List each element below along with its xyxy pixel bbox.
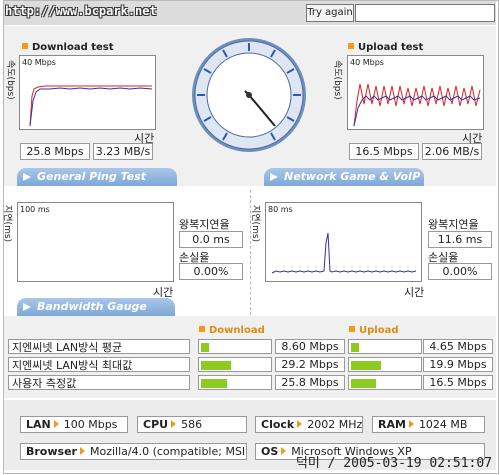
bullet-icon — [349, 326, 355, 332]
ping-right-rtt: 11.6 ms — [428, 231, 492, 248]
arrow-icon — [53, 420, 59, 428]
gauge-download-header-text: Download — [209, 325, 265, 336]
upload-value: 19.9 Mbps — [423, 357, 493, 372]
arrow-icon — [281, 447, 287, 455]
download-value: 8.60 Mbps — [275, 339, 345, 354]
download-mbs: 3.23 MB/s — [93, 143, 153, 160]
download-bar — [201, 361, 231, 370]
ping-left-rtt: 0.0 ms — [179, 231, 243, 248]
text-input[interactable] — [355, 4, 495, 22]
tab-general-ping-label: General Ping Test — [37, 170, 146, 183]
browser-info: Browser Mozilla/4.0 (compatible; MSIE 6.0 — [20, 443, 247, 460]
download-bar-cell — [198, 339, 272, 354]
speedometer-gauge — [192, 38, 306, 152]
download-y-label: 속도(bps) — [5, 60, 15, 100]
clock-info: Clock 2002 MHz — [255, 416, 363, 433]
bullet-icon — [22, 43, 28, 49]
ping-right-rtt-label: 왕복지연율 — [428, 218, 479, 231]
lan-key: LAN — [26, 418, 51, 431]
gauge-upload-header-text: Upload — [359, 325, 399, 336]
ping-right-loss: 0.00% — [428, 263, 492, 280]
cpu-info: CPU 586 — [137, 416, 247, 433]
ping-left-y-label: 지연(ms) — [2, 205, 12, 243]
clock-value: 2002 MHz — [307, 418, 363, 431]
arrow-icon — [171, 420, 177, 428]
upload-bar — [351, 361, 381, 370]
download-bar-cell — [198, 375, 272, 390]
browser-value: Mozilla/4.0 (compatible; MSIE 6.0 — [89, 445, 246, 458]
play-icon — [23, 303, 31, 311]
tab-bandwidth-gauge[interactable]: Bandwidth Gauge — [17, 298, 175, 316]
arrow-icon — [408, 420, 414, 428]
ping-left-loss: 0.00% — [179, 263, 243, 280]
lan-info: LAN 100 Mbps — [20, 416, 128, 433]
upload-title-text: Upload test — [358, 42, 424, 53]
download-chart: 40 Mbps — [19, 55, 156, 130]
download-value: 29.2 Mbps — [275, 357, 345, 372]
download-bar — [201, 343, 210, 352]
cpu-key: CPU — [143, 418, 169, 431]
tab-bandwidth-gauge-label: Bandwidth Gauge — [37, 300, 147, 313]
upload-graph — [353, 83, 481, 127]
upload-title: Upload test — [348, 42, 423, 53]
ram-key: RAM — [378, 418, 406, 431]
download-value: 25.8 Mbps — [275, 375, 345, 390]
ram-info: RAM 1024 MB — [372, 416, 485, 433]
gauge-row-label: 사용자 측정값 — [8, 375, 190, 390]
upload-bar-cell — [348, 375, 422, 390]
gauge-upload-header: Upload — [349, 325, 398, 336]
ping-left-rtt-label: 왕복지연율 — [179, 218, 230, 231]
upload-bar — [351, 343, 360, 352]
upload-bar-cell — [348, 339, 422, 354]
upload-bar — [351, 379, 377, 388]
gauge-download-header: Download — [199, 325, 265, 336]
timestamp-stamp: 덕미 / 2005-03-19 02:51:07 — [295, 456, 492, 471]
ram-value: 1024 MB — [418, 418, 468, 431]
play-icon — [270, 173, 278, 181]
upload-mbps: 16.5 Mbps — [349, 143, 419, 160]
download-graph — [29, 85, 153, 127]
gauge-row-label: 지엔씨넷 LAN방식 최대값 — [8, 357, 190, 372]
download-title-text: Download test — [32, 42, 114, 53]
play-icon — [23, 173, 31, 181]
upload-value: 16.5 Mbps — [423, 375, 493, 390]
try-again-button[interactable]: Try again — [306, 4, 354, 22]
ping-right-graph — [271, 232, 417, 274]
ping-left-axis-max: 100 ms — [20, 205, 50, 214]
tab-network-game-voip-test[interactable]: Network Game & VoIP Test — [264, 168, 424, 201]
download-title: Download test — [22, 42, 114, 53]
ping-left-chart: 100 ms — [17, 202, 174, 282]
cpu-value: 586 — [181, 418, 203, 431]
bullet-icon — [348, 43, 354, 49]
download-bar-cell — [198, 357, 272, 372]
download-bar — [201, 379, 227, 388]
ping-right-x-label: 시간 — [404, 286, 425, 299]
os-key: OS — [261, 445, 279, 458]
ping-right-chart: 80 ms — [265, 202, 422, 282]
lan-value: 100 Mbps — [63, 418, 118, 431]
clock-key: Clock — [261, 418, 295, 431]
upload-bar-cell — [348, 357, 422, 372]
gauge-row-label: 지엔씨넷 LAN방식 평균 — [8, 339, 190, 354]
bullet-icon — [199, 326, 205, 332]
upload-mbs: 2.06 MB/s — [422, 143, 482, 160]
ping-right-y-label: 지연(ms) — [250, 205, 260, 243]
arrow-icon — [297, 420, 303, 428]
arrow-icon — [79, 447, 85, 455]
upload-y-label: 속도(bps) — [332, 60, 342, 100]
upload-chart: 40 Mbps — [347, 55, 484, 130]
download-mbps: 25.8 Mbps — [20, 143, 90, 160]
upload-value: 4.65 Mbps — [423, 339, 493, 354]
browser-key: Browser — [26, 445, 77, 458]
site-url: http://www.bcpark.net — [5, 4, 157, 18]
tab-general-ping-test[interactable]: General Ping Test — [17, 168, 177, 186]
